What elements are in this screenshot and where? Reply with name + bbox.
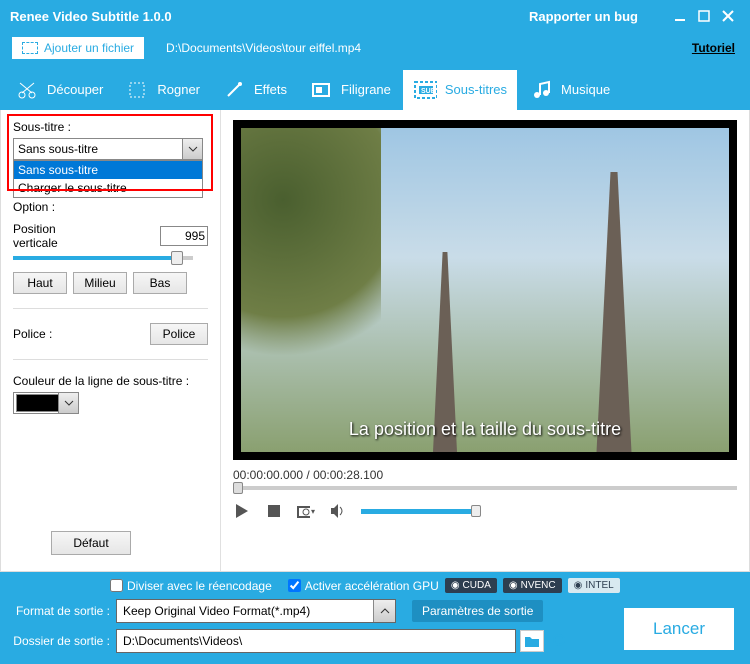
bottom-button[interactable]: Bas <box>133 272 187 294</box>
default-button[interactable]: Défaut <box>51 531 131 555</box>
option-label: Option : <box>13 200 208 214</box>
tab-subtitles[interactable]: SUB Sous-titres <box>403 70 517 110</box>
tab-music[interactable]: Musique <box>519 70 620 110</box>
close-button[interactable] <box>716 4 740 28</box>
chip-nvenc: ◉ NVENC <box>503 578 562 593</box>
player-controls: ▾ <box>233 502 737 520</box>
format-label: Format de sortie : <box>10 604 110 618</box>
browse-folder-button[interactable] <box>520 630 544 652</box>
volume-thumb[interactable] <box>471 505 481 517</box>
titlebar: Renee Video Subtitle 1.0.0 Rapporter un … <box>0 0 750 32</box>
position-label: Position verticale <box>13 222 73 250</box>
stop-button[interactable] <box>265 502 283 520</box>
color-dropdown[interactable] <box>13 392 79 414</box>
tab-label: Rogner <box>157 82 200 97</box>
scissors-icon <box>15 78 39 102</box>
folder-label: Dossier de sortie : <box>10 634 110 648</box>
position-slider[interactable] <box>13 256 193 260</box>
volume-icon[interactable] <box>329 502 347 520</box>
font-button[interactable]: Police <box>150 323 208 345</box>
format-combo[interactable]: Keep Original Video Format(*.mp4) <box>116 599 396 623</box>
folder-input[interactable]: D:\Documents\Videos\ <box>116 629 516 653</box>
option-load-subtitle[interactable]: Charger le sous-titre <box>14 179 202 197</box>
tab-label: Filigrane <box>341 82 391 97</box>
subtitle-icon: SUB <box>413 78 437 102</box>
tab-label: Effets <box>254 82 287 97</box>
app-title: Renee Video Subtitle 1.0.0 <box>10 9 172 24</box>
maximize-button[interactable] <box>692 4 716 28</box>
video-scene <box>241 128 729 452</box>
tutorial-link[interactable]: Tutoriel <box>692 41 735 55</box>
tabs: Découper Rogner Effets Filigrane SUB Sou… <box>0 64 750 110</box>
crop-icon <box>125 78 149 102</box>
subtitle-label: Sous-titre : <box>13 120 208 134</box>
params-button[interactable]: Paramètres de sortie <box>412 600 543 622</box>
gpu-checkbox[interactable]: Activer accélération GPU <box>288 579 439 593</box>
format-value: Keep Original Video Format(*.mp4) <box>123 604 310 618</box>
tab-label: Sous-titres <box>445 82 507 97</box>
folder-value: D:\Documents\Videos\ <box>123 634 242 648</box>
slider-thumb[interactable] <box>171 251 183 265</box>
launch-button[interactable]: Lancer <box>624 608 734 650</box>
snapshot-button[interactable]: ▾ <box>297 502 315 520</box>
dropdown-value: Sans sous-titre <box>18 142 98 156</box>
play-button[interactable] <box>233 502 251 520</box>
add-file-label: Ajouter un fichier <box>44 41 134 55</box>
video-preview: La position et la taille du sous-titre <box>233 120 737 460</box>
wand-icon <box>222 78 246 102</box>
bottom-panel: Diviser avec le réencodage Activer accél… <box>0 572 750 664</box>
chevron-down-icon <box>182 139 202 159</box>
split-checkbox[interactable]: Diviser avec le réencodage <box>110 579 272 593</box>
chevron-up-icon <box>373 600 395 622</box>
volume-slider[interactable] <box>361 509 481 514</box>
seek-bar[interactable] <box>233 486 737 490</box>
add-file-icon <box>22 42 38 54</box>
subtitle-options: Sans sous-titre Charger le sous-titre <box>13 160 203 198</box>
middle-button[interactable]: Milieu <box>73 272 127 294</box>
subtitle-dropdown[interactable]: Sans sous-titre <box>13 138 203 160</box>
timecode: 00:00:00.000 / 00:00:28.100 <box>233 468 737 482</box>
tab-watermark[interactable]: Filigrane <box>299 70 401 110</box>
minimize-button[interactable] <box>668 4 692 28</box>
svg-text:SUB: SUB <box>421 88 436 95</box>
tree-foliage <box>241 128 381 368</box>
eiffel-tower-near <box>579 172 649 452</box>
search-folder-button[interactable] <box>548 630 572 652</box>
watermark-icon <box>309 78 333 102</box>
file-path: D:\Documents\Videos\tour eiffel.mp4 <box>166 41 361 55</box>
chevron-down-icon <box>58 393 78 413</box>
position-input[interactable] <box>160 226 208 246</box>
preview-pane: La position et la taille du sous-titre 0… <box>221 110 749 571</box>
seek-thumb[interactable] <box>233 482 243 494</box>
tab-label: Musique <box>561 82 610 97</box>
filebar: Ajouter un fichier D:\Documents\Videos\t… <box>0 32 750 64</box>
main: Sous-titre : Sans sous-titre Sans sous-t… <box>0 110 750 572</box>
music-icon <box>529 78 553 102</box>
chip-cuda: ◉ CUDA <box>445 578 497 593</box>
tab-crop[interactable]: Rogner <box>115 70 210 110</box>
font-label: Police : <box>13 327 52 341</box>
tab-cut[interactable]: Découper <box>5 70 113 110</box>
gpu-label: Activer accélération GPU <box>305 579 439 593</box>
subtitle-overlay: La position et la taille du sous-titre <box>233 419 737 440</box>
color-label: Couleur de la ligne de sous-titre : <box>13 374 208 388</box>
tab-label: Découper <box>47 82 103 97</box>
report-bug-link[interactable]: Rapporter un bug <box>529 9 638 24</box>
split-label: Diviser avec le réencodage <box>127 579 272 593</box>
top-button[interactable]: Haut <box>13 272 67 294</box>
option-no-subtitle[interactable]: Sans sous-titre <box>14 161 202 179</box>
tab-effects[interactable]: Effets <box>212 70 297 110</box>
sidebar: Sous-titre : Sans sous-titre Sans sous-t… <box>1 110 221 571</box>
add-file-button[interactable]: Ajouter un fichier <box>10 35 146 61</box>
chip-intel: ◉ INTEL <box>568 578 620 593</box>
color-swatch <box>16 394 60 412</box>
